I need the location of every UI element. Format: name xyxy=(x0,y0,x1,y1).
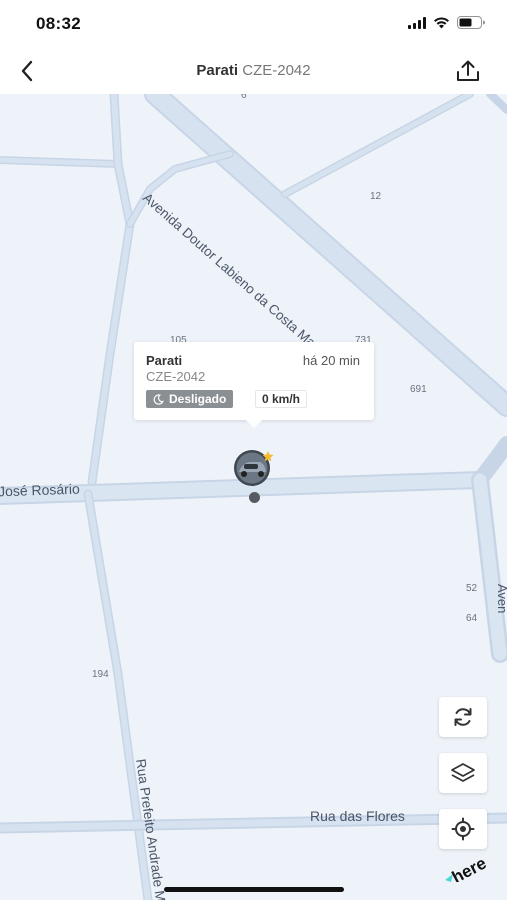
street-label-avenida-right: Aven xyxy=(495,584,507,614)
street-label-rua-flores: Rua das Flores xyxy=(310,808,405,824)
address-number: 691 xyxy=(410,384,427,395)
share-icon xyxy=(457,60,479,81)
address-number: 194 xyxy=(92,669,109,680)
ignition-status-label: Desligado xyxy=(169,392,227,406)
nav-bar: Parati CZE-2042 xyxy=(0,48,507,94)
status-time: 08:32 xyxy=(36,14,81,33)
address-number: 64 xyxy=(466,613,478,624)
map-layers-button[interactable] xyxy=(439,753,487,793)
vehicle-marker[interactable] xyxy=(230,448,274,488)
crosshair-icon xyxy=(451,817,475,841)
home-indicator xyxy=(164,887,344,892)
vehicle-location-dot xyxy=(249,492,260,503)
vehicle-plate: CZE-2042 xyxy=(242,62,311,79)
street-label-jose-rosario: José Rosário xyxy=(0,480,80,500)
popup-vehicle-name: Parati xyxy=(146,353,183,368)
vehicle-info-popup[interactable]: Parati há 20 min CZE-2042 Desligado 0 km… xyxy=(134,342,374,428)
here-logo: here xyxy=(443,848,493,887)
car-avatar-icon xyxy=(234,450,274,486)
layers-icon xyxy=(451,763,475,782)
here-logo-text: here xyxy=(449,853,490,882)
map-view[interactable]: Avenida Doutor Labieno da Costa Machado … xyxy=(0,94,507,900)
address-number: 52 xyxy=(466,583,478,594)
address-number: 6 xyxy=(241,94,247,101)
refresh-button[interactable] xyxy=(439,697,487,737)
refresh-icon xyxy=(454,708,472,726)
status-bar: 08:32 xyxy=(0,0,507,48)
speed-badge: 0 km/h xyxy=(255,390,308,408)
address-number: 12 xyxy=(370,191,382,202)
share-button[interactable] xyxy=(451,54,485,88)
vehicle-name: Parati xyxy=(196,62,239,79)
battery-icon xyxy=(457,16,485,29)
my-location-button[interactable] xyxy=(439,809,487,849)
moon-icon xyxy=(153,393,164,405)
page-title: Parati CZE-2042 xyxy=(0,62,507,79)
ignition-status-badge: Desligado xyxy=(146,390,234,408)
cellular-signal-icon xyxy=(408,16,426,29)
wifi-icon xyxy=(434,16,449,28)
popup-last-update: há 20 min xyxy=(302,353,360,368)
status-icons xyxy=(408,16,485,29)
popup-vehicle-plate: CZE-2042 xyxy=(146,369,206,384)
